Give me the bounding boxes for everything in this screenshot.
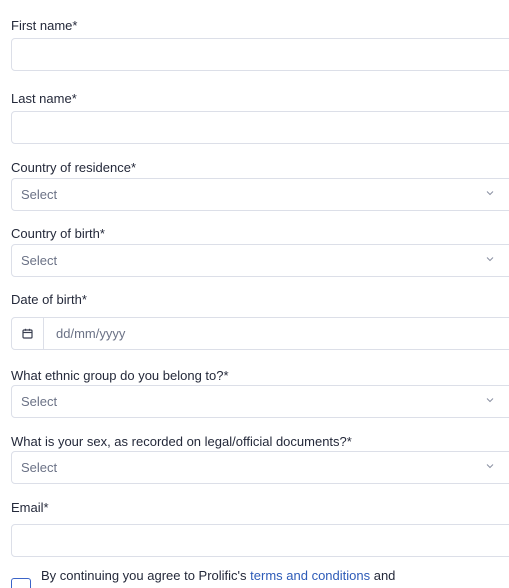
sex-select[interactable]: Select xyxy=(11,451,509,484)
country-of-birth-select[interactable]: Select xyxy=(11,244,509,277)
chevron-down-icon xyxy=(486,464,494,469)
date-of-birth-input[interactable]: dd/mm/yyyy xyxy=(11,317,509,350)
country-of-residence-value: Select xyxy=(21,187,58,202)
calendar-icon xyxy=(22,328,33,339)
first-name-input[interactable] xyxy=(11,38,509,71)
chevron-down-icon xyxy=(486,398,494,403)
terms-prefix: By continuing you agree to Prolific's xyxy=(41,568,251,583)
country-of-residence-select[interactable]: Select xyxy=(11,178,509,211)
email-label: Email* xyxy=(11,500,49,515)
terms-suffix: and xyxy=(370,568,396,583)
sex-value: Select xyxy=(21,460,58,475)
calendar-button[interactable] xyxy=(12,318,44,349)
signup-form: First name* Last name* Country of reside… xyxy=(0,0,509,588)
ethnic-group-select[interactable]: Select xyxy=(11,385,509,418)
date-of-birth-label: Date of birth* xyxy=(11,292,87,307)
last-name-input[interactable] xyxy=(11,111,509,144)
date-of-birth-placeholder: dd/mm/yyyy xyxy=(56,326,126,341)
terms-and-conditions-link[interactable]: terms and conditions xyxy=(250,568,370,583)
first-name-label: First name* xyxy=(11,18,78,33)
terms-text: By continuing you agree to Prolific's te… xyxy=(41,568,395,583)
ethnic-group-value: Select xyxy=(21,394,58,409)
ethnic-group-label: What ethnic group do you belong to?* xyxy=(11,368,229,383)
country-of-birth-value: Select xyxy=(21,253,58,268)
email-input[interactable] xyxy=(11,524,509,557)
terms-checkbox[interactable] xyxy=(11,578,31,588)
country-of-residence-label: Country of residence* xyxy=(11,160,137,175)
sex-label: What is your sex, as recorded on legal/o… xyxy=(11,434,352,449)
last-name-label: Last name* xyxy=(11,91,77,106)
country-of-birth-label: Country of birth* xyxy=(11,226,105,241)
chevron-down-icon xyxy=(486,191,494,196)
chevron-down-icon xyxy=(486,257,494,262)
